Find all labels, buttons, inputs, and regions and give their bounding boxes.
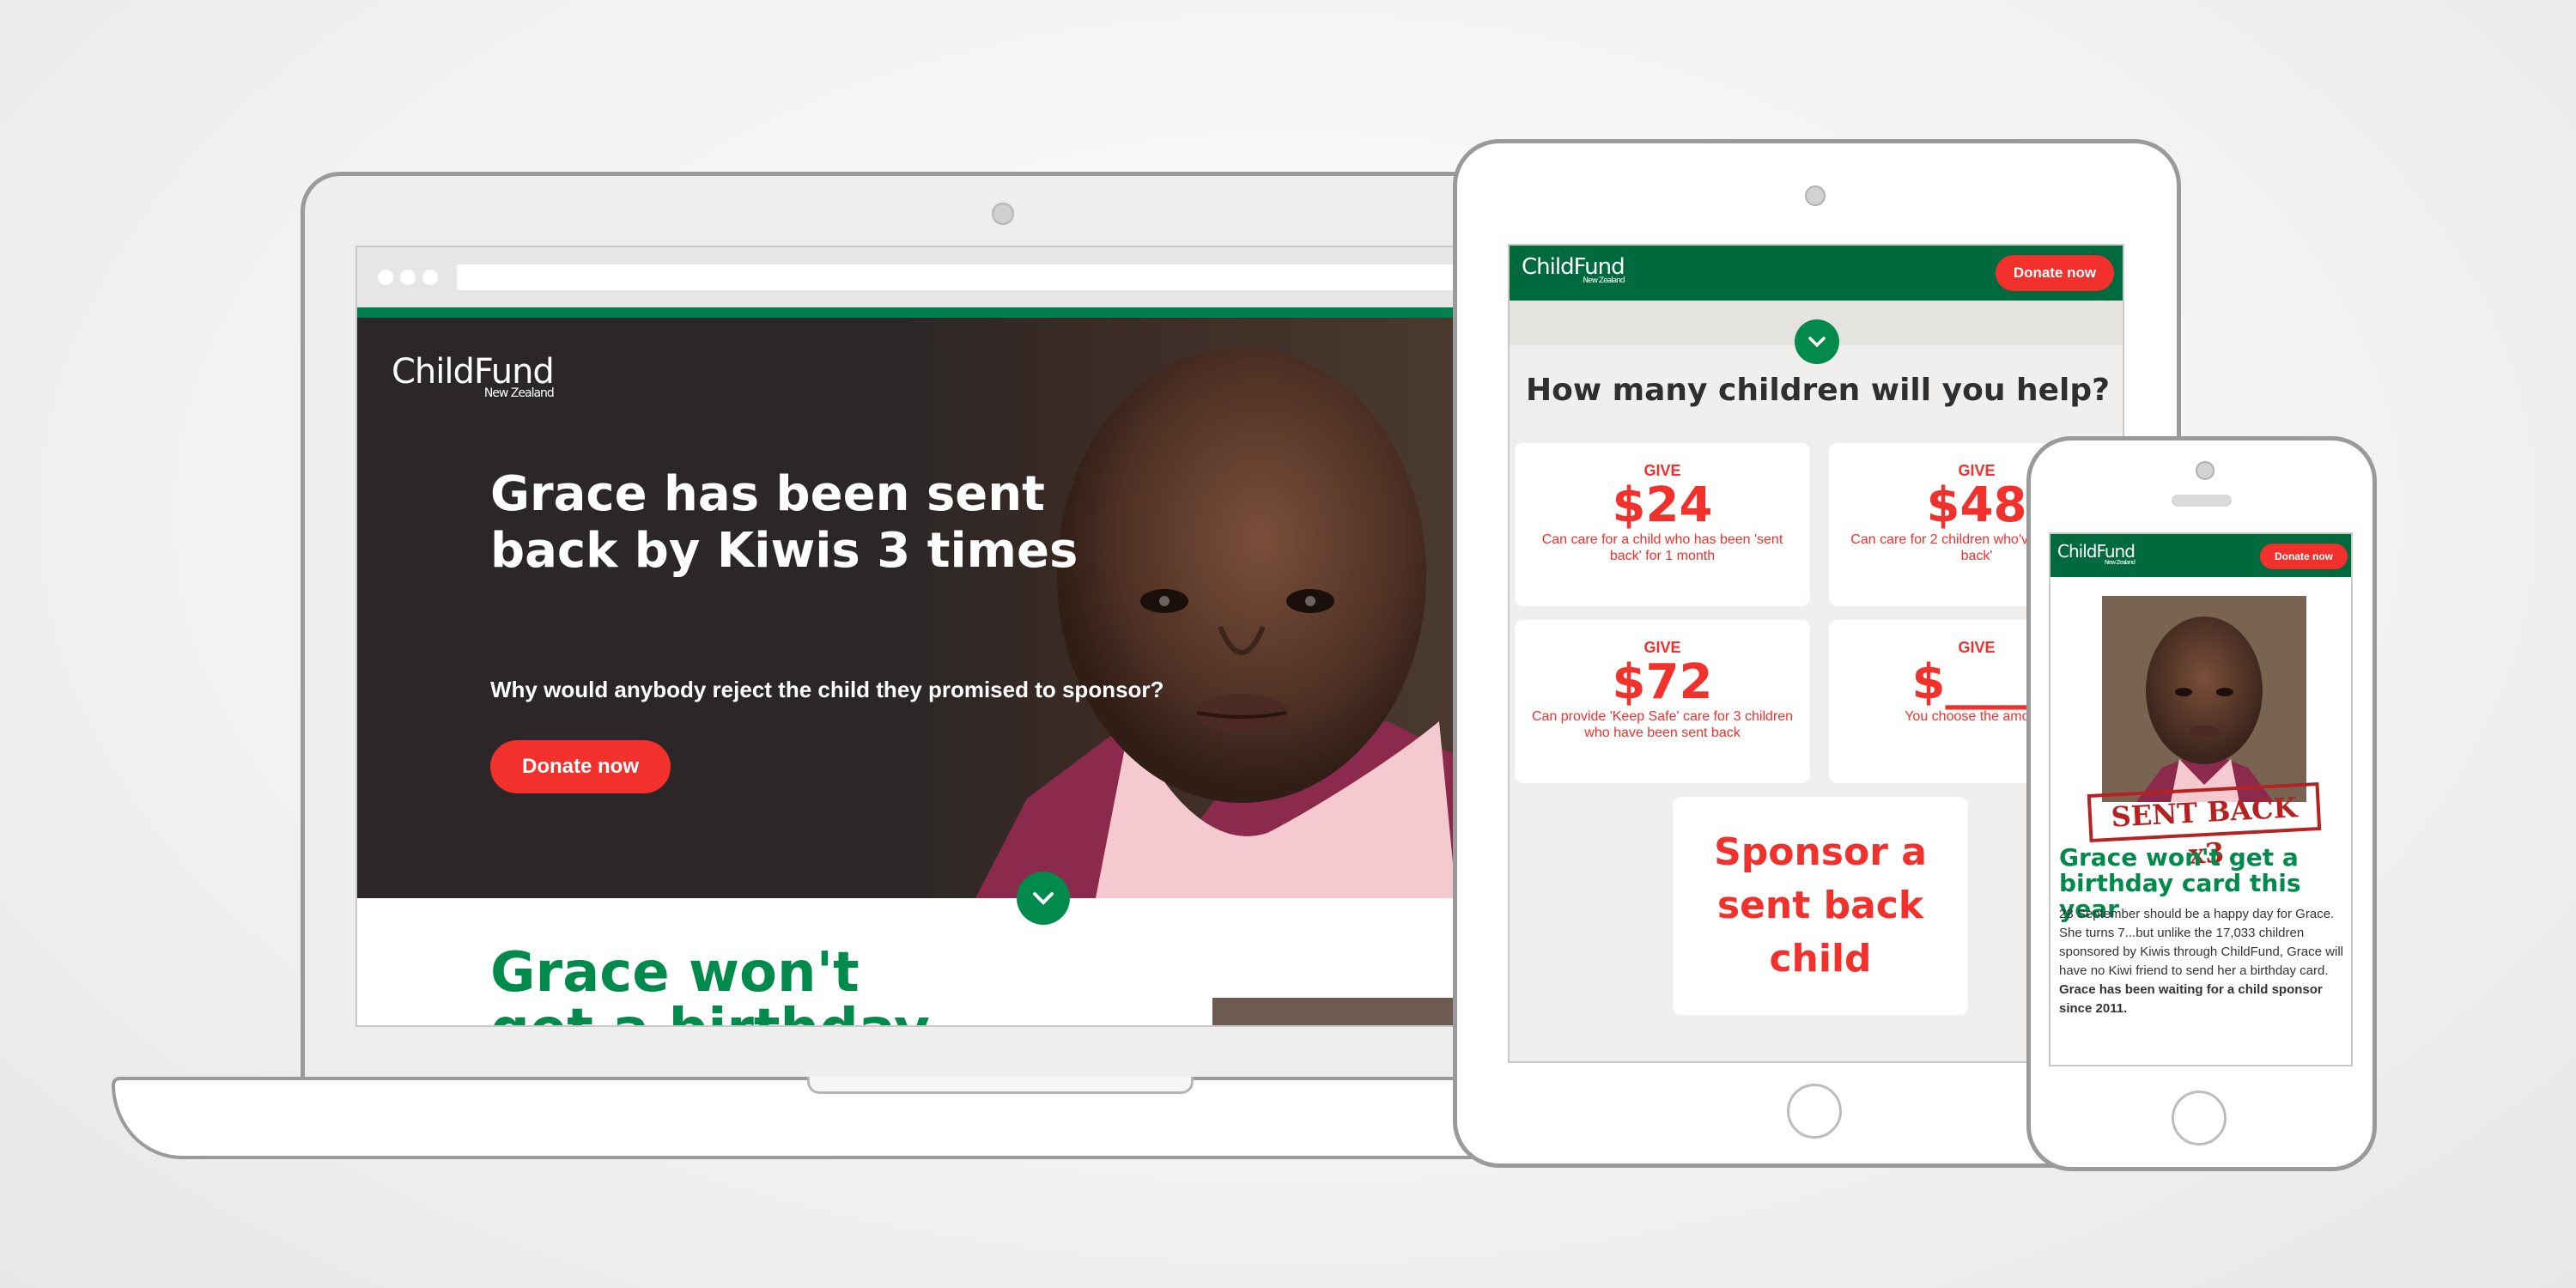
window-dot-icon[interactable]	[400, 270, 416, 285]
donate-now-button[interactable]: Donate now	[1996, 255, 2114, 291]
hero-title: Grace has been sent back by Kiwis 3 time…	[490, 466, 1078, 579]
phone-camera	[2196, 461, 2215, 480]
phone-home-button[interactable]	[2172, 1091, 2227, 1145]
tablet-navbar: ChildFund New Zealand Donate now	[1510, 246, 2123, 301]
phone-screen: ChildFund New Zealand Donate now SENT BA…	[2049, 532, 2353, 1066]
scroll-down-button[interactable]	[1795, 319, 1839, 364]
header-accent-bar	[357, 307, 1470, 318]
hero-banner: ChildFund New Zealand Grace has been sen…	[357, 318, 1470, 898]
chevron-down-icon	[1808, 337, 1826, 348]
laptop-camera	[992, 203, 1014, 225]
section-title: Grace won't get a birthday card this yea…	[490, 941, 930, 1025]
article-body: 28 September should be a happy day for G…	[2059, 905, 2346, 1018]
sponsor-child-button[interactable]: Sponsor a sent back child	[1673, 797, 1968, 1015]
window-dot-icon[interactable]	[378, 270, 393, 285]
donate-now-button[interactable]: Donate now	[2260, 544, 2348, 569]
browser-toolbar	[357, 247, 1470, 307]
give-option-card[interactable]: GIVE $72 Can provide 'Keep Safe' care fo…	[1515, 620, 1810, 783]
article-body-text: 28 September should be a happy day for G…	[2059, 907, 2343, 978]
child-photo	[2102, 596, 2306, 802]
childfund-logo[interactable]: ChildFund New Zealand	[1522, 254, 1625, 285]
laptop-notch	[807, 1077, 1194, 1094]
address-bar[interactable]	[457, 264, 1470, 290]
article-body-highlight: Grace has been waiting for a child spons…	[2059, 982, 2323, 1016]
tablet-home-button[interactable]	[1787, 1084, 1842, 1139]
phone-navbar: ChildFund New Zealand Donate now	[2050, 534, 2351, 577]
tablet-camera	[1805, 185, 1826, 206]
window-dot-icon[interactable]	[422, 270, 438, 285]
laptop-screen: ChildFund New Zealand Grace has been sen…	[355, 246, 1472, 1027]
donation-heading: How many children will you help?	[1525, 373, 2111, 408]
childfund-logo[interactable]: ChildFund New Zealand	[392, 352, 555, 400]
give-option-card[interactable]: GIVE $24 Can care for a child who has be…	[1515, 443, 1810, 606]
phone-speaker	[2172, 495, 2232, 507]
childfund-logo[interactable]: ChildFund New Zealand	[2057, 541, 2136, 566]
scroll-down-button[interactable]	[1017, 872, 1070, 925]
chevron-down-icon	[1033, 892, 1054, 905]
hero-subtitle: Why would anybody reject the child they …	[490, 677, 1164, 702]
donate-now-button[interactable]: Donate now	[490, 740, 671, 793]
section-photo	[1212, 998, 1470, 1025]
hero-child-photo	[907, 318, 1470, 898]
